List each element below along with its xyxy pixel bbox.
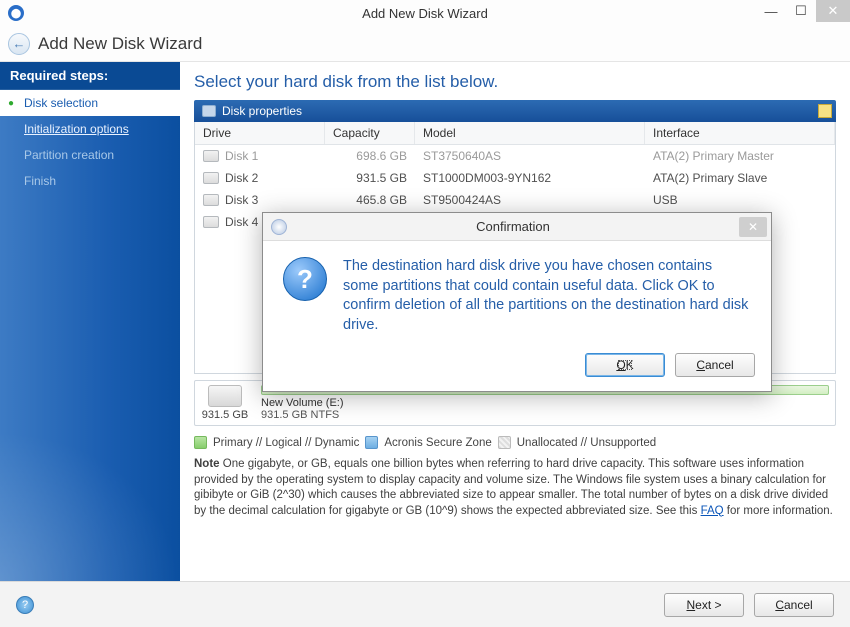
cell-model: ST9500424AS	[415, 191, 645, 209]
note-label: Note	[194, 458, 220, 470]
sidebar-item-label: Disk selection	[24, 96, 98, 110]
dialog-titlebar: Confirmation ✕	[263, 213, 771, 241]
cell-interface: ATA(2) Primary Slave	[645, 169, 835, 187]
col-model[interactable]: Model	[415, 122, 645, 144]
sidebar-item-partition-creation[interactable]: Partition creation	[0, 142, 180, 168]
sidebar-item-label: Initialization options	[24, 122, 129, 136]
legend-unallocated-icon	[498, 436, 511, 449]
disk-icon	[203, 194, 219, 206]
cell-drive: Disk 3	[225, 193, 258, 207]
sidebar-item-disk-selection[interactable]: Disk selection	[0, 90, 180, 116]
window-title: Add New Disk Wizard	[362, 6, 488, 21]
partition-detail: 931.5 GB NTFS	[261, 409, 829, 421]
minimize-button[interactable]: —	[756, 0, 786, 22]
sidebar-item-label: Finish	[24, 174, 56, 188]
disk-icon	[203, 216, 219, 228]
sidebar-header: Required steps:	[0, 62, 180, 90]
table-header: Drive Capacity Model Interface	[195, 122, 835, 145]
dialog-footer: OK Cancel	[263, 345, 771, 391]
maximize-button[interactable]: ☐	[786, 0, 816, 22]
legend-secure-label: Acronis Secure Zone	[384, 437, 491, 449]
sidebar-item-label: Partition creation	[24, 148, 114, 162]
cell-interface: USB	[645, 191, 835, 209]
drive-icon	[202, 105, 216, 117]
legend-secure-icon	[365, 436, 378, 449]
col-capacity[interactable]: Capacity	[325, 122, 415, 144]
dialog-body: ? The destination hard disk drive you ha…	[263, 241, 771, 345]
close-button[interactable]: ✕	[816, 0, 850, 22]
app-icon: ⬤	[8, 5, 24, 21]
properties-toggle-icon[interactable]	[818, 104, 832, 118]
cell-drive: Disk 1	[225, 149, 258, 163]
sidebar: Required steps: Disk selection Initializ…	[0, 62, 180, 581]
section-title: Disk properties	[222, 104, 302, 118]
legend-unallocated-label: Unallocated // Unsupported	[517, 437, 656, 449]
dialog-app-icon	[271, 219, 287, 235]
dialog-ok-button[interactable]: OK	[585, 353, 665, 377]
cell-capacity: 465.8 GB	[325, 191, 415, 209]
cell-capacity: 931.5 GB	[325, 169, 415, 187]
disk-icon	[203, 150, 219, 162]
cell-model: ST3750640AS	[415, 147, 645, 165]
table-row[interactable]: Disk 1 698.6 GB ST3750640AS ATA(2) Prima…	[195, 145, 835, 167]
disk-size: 931.5 GB	[202, 409, 248, 421]
cell-capacity: 698.6 GB	[325, 147, 415, 165]
sidebar-item-initialization-options[interactable]: Initialization options	[0, 116, 180, 142]
table-row[interactable]: Disk 3 465.8 GB ST9500424AS USB	[195, 189, 835, 211]
cell-interface: ATA(2) Primary Master	[645, 147, 835, 165]
sidebar-item-finish[interactable]: Finish	[0, 168, 180, 194]
legend-primary-label: Primary // Logical // Dynamic	[213, 437, 359, 449]
titlebar: ⬤ Add New Disk Wizard — ☐ ✕	[0, 0, 850, 26]
back-button[interactable]: ←	[8, 33, 30, 55]
disk-properties-header: Disk properties	[194, 100, 836, 122]
note: Note One gigabyte, or GB, equals one bil…	[194, 457, 836, 519]
help-button[interactable]: ?	[16, 596, 34, 614]
col-drive[interactable]: Drive	[195, 122, 325, 144]
wizard-title: Add New Disk Wizard	[38, 34, 202, 54]
cell-drive: Disk 4	[225, 215, 258, 229]
question-icon: ?	[283, 257, 327, 301]
next-button[interactable]: Next >	[664, 593, 744, 617]
faq-link[interactable]: FAQ	[701, 505, 724, 517]
disk-label-box: 931.5 GB	[195, 381, 255, 425]
disk-icon	[203, 172, 219, 184]
window-controls: — ☐ ✕	[756, 0, 850, 22]
wizard-header: ← Add New Disk Wizard	[0, 26, 850, 62]
page-title: Select your hard disk from the list belo…	[194, 72, 836, 92]
footer: ? Next > Cancel	[0, 581, 850, 627]
col-interface[interactable]: Interface	[645, 122, 835, 144]
confirmation-dialog: Confirmation ✕ ? The destination hard di…	[262, 212, 772, 392]
cancel-button[interactable]: Cancel	[754, 593, 834, 617]
dialog-message: The destination hard disk drive you have…	[343, 257, 751, 335]
dialog-cancel-button[interactable]: Cancel	[675, 353, 755, 377]
partition-name: New Volume (E:)	[261, 397, 829, 409]
cell-drive: Disk 2	[225, 171, 258, 185]
legend-primary-icon	[194, 436, 207, 449]
dialog-close-button[interactable]: ✕	[739, 217, 767, 237]
legend: Primary // Logical // Dynamic Acronis Se…	[194, 436, 836, 449]
drive-large-icon	[208, 385, 242, 407]
dialog-title: Confirmation	[287, 219, 739, 234]
table-row[interactable]: Disk 2 931.5 GB ST1000DM003-9YN162 ATA(2…	[195, 167, 835, 189]
note-after: for more information.	[724, 505, 833, 517]
cell-model: ST1000DM003-9YN162	[415, 169, 645, 187]
